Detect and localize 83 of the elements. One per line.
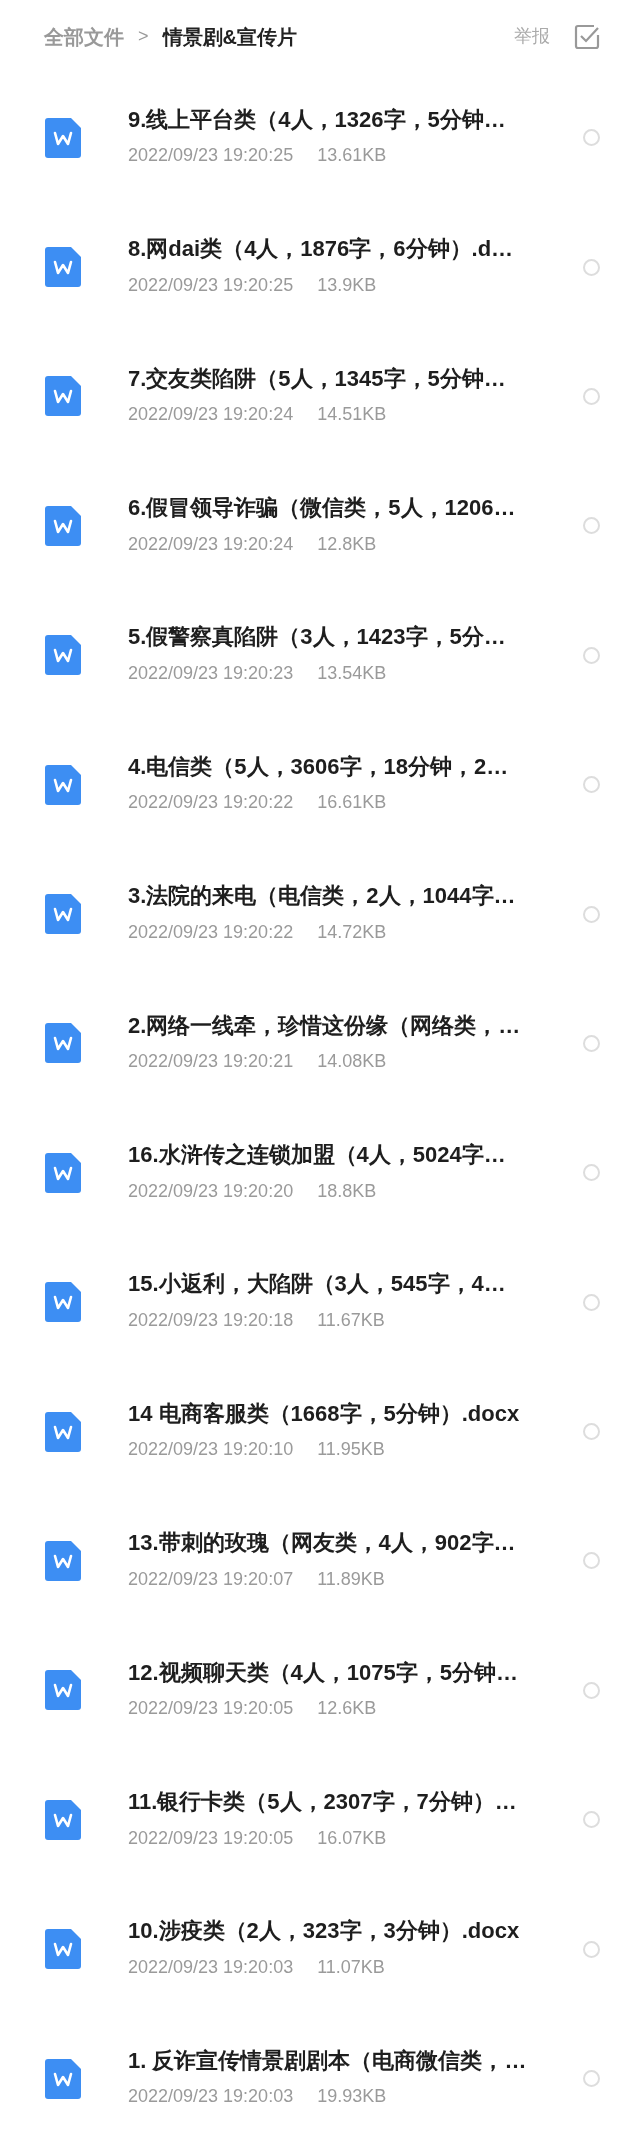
file-name[interactable]: 15.小返利，大陷阱（3人，545字，4… [128, 1270, 583, 1299]
file-date: 2022/09/23 19:20:22 [128, 791, 294, 815]
select-radio[interactable] [583, 387, 600, 405]
file-date: 2022/09/23 19:20:05 [128, 1826, 294, 1850]
file-date: 2022/09/23 19:20:24 [128, 532, 294, 556]
file-name[interactable]: 2.网络一线牵，珍惜这份缘（网络类，… [128, 1011, 583, 1041]
select-radio[interactable] [583, 517, 600, 535]
file-size: 16.61KB [317, 791, 387, 815]
word-file-icon [45, 117, 81, 158]
file-date: 2022/09/23 19:20:25 [128, 144, 294, 168]
file-date: 2022/09/23 19:20:22 [128, 920, 294, 944]
select-radio[interactable] [583, 1940, 600, 1958]
file-size: 19.93KB [317, 2085, 387, 2109]
word-file-icon [45, 894, 81, 935]
file-date: 2022/09/23 19:20:07 [128, 1567, 294, 1591]
file-name[interactable]: 12.视频聊天类（4人，1075字，5分钟… [128, 1658, 583, 1688]
file-size: 12.8KB [317, 532, 377, 556]
file-size: 11.89KB [317, 1567, 385, 1591]
file-size: 13.54KB [317, 662, 387, 686]
file-name[interactable]: 16.水浒传之连锁加盟（4人，5024字… [128, 1141, 583, 1170]
word-file-icon [45, 376, 81, 417]
file-name[interactable]: 6.假冒领导诈骗（微信类，5人，1206… [128, 494, 583, 523]
file-date: 2022/09/23 19:20:05 [128, 1697, 294, 1721]
file-name[interactable]: 10.涉疫类（2人，323字，3分钟）.docx [128, 1917, 583, 1946]
word-file-icon [45, 1023, 81, 1064]
file-date: 2022/09/23 19:20:21 [128, 1050, 294, 1074]
file-size: 13.61KB [317, 144, 387, 168]
select-radio[interactable] [583, 1293, 600, 1311]
word-file-icon [45, 1152, 81, 1193]
word-file-icon [45, 635, 81, 676]
select-radio[interactable] [583, 646, 600, 664]
word-file-icon [45, 1799, 81, 1840]
word-file-icon [45, 1282, 81, 1323]
file-date: 2022/09/23 19:20:03 [128, 2085, 294, 2109]
file-name[interactable]: 11.银行卡类（5人，2307字，7分钟）… [128, 1787, 583, 1817]
select-radio[interactable] [583, 1164, 600, 1182]
word-file-icon [45, 1541, 81, 1581]
file-name[interactable]: 8.网dai类（4人，1876字，6分钟）.d… [128, 235, 583, 264]
file-name[interactable]: 3.法院的来电（电信类，2人，1044字… [128, 882, 583, 911]
select-radio[interactable] [583, 1681, 600, 1699]
select-radio[interactable] [583, 776, 600, 794]
file-size: 16.07KB [317, 1826, 387, 1850]
select-radio[interactable] [583, 2070, 600, 2088]
word-file-icon [45, 1670, 81, 1711]
file-date: 2022/09/23 19:20:03 [128, 1955, 294, 1979]
select-radio[interactable] [583, 129, 600, 147]
file-date: 2022/09/23 19:20:24 [128, 403, 294, 427]
file-size: 11.07KB [317, 1955, 385, 1979]
file-date: 2022/09/23 19:20:23 [128, 662, 294, 686]
word-file-icon [45, 764, 81, 805]
file-date: 2022/09/23 19:20:20 [128, 1179, 294, 1203]
current-folder: 情景剧&宣传片 [162, 24, 297, 50]
file-name[interactable]: 13.带刺的玫瑰（网友类，4人，902字… [128, 1529, 583, 1558]
file-name[interactable]: 4.电信类（5人，3606字，18分钟，2… [128, 752, 583, 782]
word-file-icon [45, 2058, 81, 2099]
file-size: 14.51KB [317, 403, 387, 427]
select-checkbox-icon[interactable] [574, 23, 600, 50]
word-file-icon [45, 505, 81, 546]
file-date: 2022/09/23 19:20:25 [128, 273, 294, 297]
file-date: 2022/09/23 19:20:18 [128, 1309, 294, 1332]
file-size: 14.72KB [317, 920, 387, 944]
file-name[interactable]: 9.线上平台类（4人，1326字，5分钟… [128, 105, 583, 135]
breadcrumb-separator: > [138, 25, 149, 48]
file-size: 12.6KB [317, 1697, 377, 1721]
file-name[interactable]: 7.交友类陷阱（5人，1345字，5分钟… [128, 364, 583, 394]
select-radio[interactable] [583, 905, 600, 923]
select-radio[interactable] [583, 1811, 600, 1829]
file-date: 2022/09/23 19:20:10 [128, 1438, 294, 1462]
word-file-icon [45, 1411, 81, 1452]
file-size: 14.08KB [317, 1050, 387, 1074]
file-name[interactable]: 5.假警察真陷阱（3人，1423字，5分… [128, 623, 583, 653]
select-radio[interactable] [583, 1552, 600, 1570]
select-radio[interactable] [583, 1423, 600, 1441]
file-size: 11.67KB [317, 1309, 385, 1332]
file-size: 13.9KB [317, 273, 377, 297]
file-name[interactable]: 1. 反诈宣传情景剧剧本（电商微信类，… [128, 2046, 583, 2076]
select-radio[interactable] [583, 1034, 600, 1052]
word-file-icon [45, 247, 81, 288]
file-size: 11.95KB [317, 1438, 385, 1462]
word-file-icon [45, 1929, 81, 1970]
file-size: 18.8KB [317, 1179, 377, 1203]
select-radio[interactable] [583, 258, 600, 276]
file-name[interactable]: 14 电商客服类（1668字，5分钟）.docx [128, 1399, 583, 1429]
